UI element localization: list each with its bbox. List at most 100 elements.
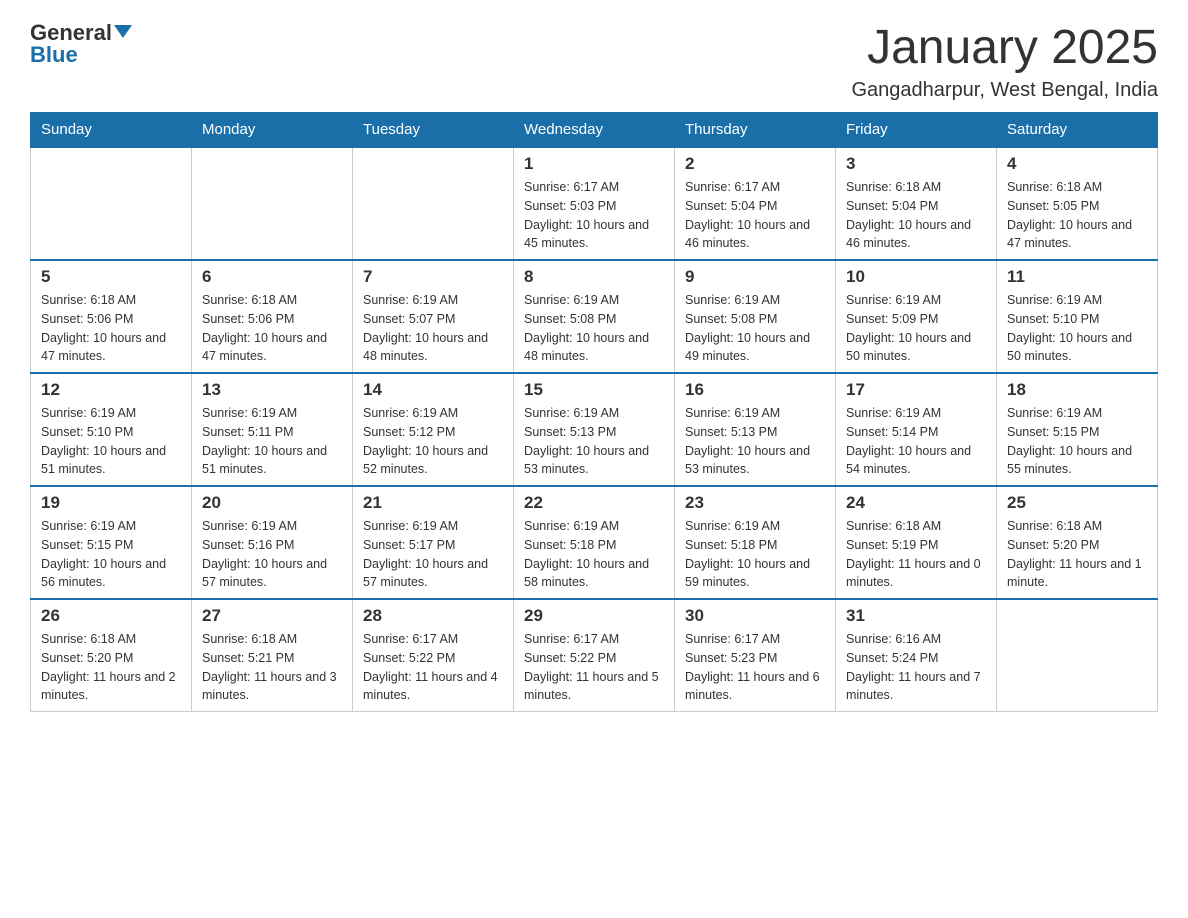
day-info: Sunrise: 6:19 AMSunset: 5:10 PMDaylight:… <box>41 406 166 476</box>
day-number: 1 <box>524 154 664 174</box>
calendar-cell <box>192 147 353 260</box>
day-number: 2 <box>685 154 825 174</box>
day-info: Sunrise: 6:18 AMSunset: 5:04 PMDaylight:… <box>846 180 971 250</box>
day-info: Sunrise: 6:19 AMSunset: 5:11 PMDaylight:… <box>202 406 327 476</box>
calendar-cell <box>353 147 514 260</box>
day-number: 17 <box>846 380 986 400</box>
page-header: General Blue January 2025 Gangadharpur, … <box>30 20 1158 102</box>
title-area: January 2025 Gangadharpur, West Bengal, … <box>851 20 1158 102</box>
day-info: Sunrise: 6:19 AMSunset: 5:08 PMDaylight:… <box>524 293 649 363</box>
day-info: Sunrise: 6:18 AMSunset: 5:06 PMDaylight:… <box>202 293 327 363</box>
day-number: 20 <box>202 493 342 513</box>
calendar-cell: 6 Sunrise: 6:18 AMSunset: 5:06 PMDaylight… <box>192 260 353 373</box>
day-info: Sunrise: 6:18 AMSunset: 5:06 PMDaylight:… <box>41 293 166 363</box>
calendar-cell: 24 Sunrise: 6:18 AMSunset: 5:19 PMDayligh… <box>836 486 997 599</box>
day-info: Sunrise: 6:19 AMSunset: 5:10 PMDaylight:… <box>1007 293 1132 363</box>
day-info: Sunrise: 6:18 AMSunset: 5:20 PMDaylight:… <box>41 632 176 702</box>
calendar-cell: 29Sunrise: 6:17 AMSunset: 5:22 PMDayligh… <box>514 599 675 712</box>
day-info: Sunrise: 6:19 AMSunset: 5:17 PMDaylight:… <box>363 519 488 589</box>
day-number: 7 <box>363 267 503 287</box>
calendar-cell: 21 Sunrise: 6:19 AMSunset: 5:17 PMDayligh… <box>353 486 514 599</box>
calendar-cell: 7 Sunrise: 6:19 AMSunset: 5:07 PMDaylight… <box>353 260 514 373</box>
day-number: 3 <box>846 154 986 174</box>
header-row: Sunday Monday Tuesday Wednesday Thursday… <box>31 113 1158 148</box>
calendar-cell: 23Sunrise: 6:19 AMSunset: 5:18 PMDayligh… <box>675 486 836 599</box>
calendar-subtitle: Gangadharpur, West Bengal, India <box>851 79 1158 102</box>
day-number: 28 <box>363 606 503 626</box>
day-info: Sunrise: 6:19 AMSunset: 5:13 PMDaylight:… <box>524 406 649 476</box>
calendar-cell: 13 Sunrise: 6:19 AMSunset: 5:11 PMDayligh… <box>192 373 353 486</box>
calendar-cell <box>997 599 1158 712</box>
calendar-cell: 9 Sunrise: 6:19 AMSunset: 5:08 PMDaylight… <box>675 260 836 373</box>
calendar-cell <box>31 147 192 260</box>
calendar-title: January 2025 <box>851 20 1158 75</box>
week-row-2: 5 Sunrise: 6:18 AMSunset: 5:06 PMDaylight… <box>31 260 1158 373</box>
day-number: 25 <box>1007 493 1147 513</box>
day-info: Sunrise: 6:16 AMSunset: 5:24 PMDaylight:… <box>846 632 981 702</box>
day-info: Sunrise: 6:18 AMSunset: 5:21 PMDaylight:… <box>202 632 337 702</box>
day-number: 15 <box>524 380 664 400</box>
day-number: 11 <box>1007 267 1147 287</box>
day-info: Sunrise: 6:17 AMSunset: 5:23 PMDaylight:… <box>685 632 820 702</box>
day-number: 5 <box>41 267 181 287</box>
day-number: 8 <box>524 267 664 287</box>
calendar-cell: 15 Sunrise: 6:19 AMSunset: 5:13 PMDayligh… <box>514 373 675 486</box>
calendar-cell: 22 Sunrise: 6:19 AMSunset: 5:18 PMDayligh… <box>514 486 675 599</box>
calendar-table: Sunday Monday Tuesday Wednesday Thursday… <box>30 112 1158 712</box>
header-wednesday: Wednesday <box>514 113 675 148</box>
week-row-4: 19Sunrise: 6:19 AMSunset: 5:15 PMDayligh… <box>31 486 1158 599</box>
calendar-cell: 14Sunrise: 6:19 AMSunset: 5:12 PMDayligh… <box>353 373 514 486</box>
day-info: Sunrise: 6:19 AMSunset: 5:16 PMDaylight:… <box>202 519 327 589</box>
day-info: Sunrise: 6:19 AMSunset: 5:07 PMDaylight:… <box>363 293 488 363</box>
day-number: 22 <box>524 493 664 513</box>
day-number: 27 <box>202 606 342 626</box>
day-info: Sunrise: 6:18 AMSunset: 5:20 PMDaylight:… <box>1007 519 1142 589</box>
header-monday: Monday <box>192 113 353 148</box>
calendar-cell: 5 Sunrise: 6:18 AMSunset: 5:06 PMDaylight… <box>31 260 192 373</box>
week-row-3: 12 Sunrise: 6:19 AMSunset: 5:10 PMDayligh… <box>31 373 1158 486</box>
calendar-cell: 28 Sunrise: 6:17 AMSunset: 5:22 PMDayligh… <box>353 599 514 712</box>
day-number: 10 <box>846 267 986 287</box>
calendar-cell: 1 Sunrise: 6:17 AMSunset: 5:03 PMDaylight… <box>514 147 675 260</box>
header-saturday: Saturday <box>997 113 1158 148</box>
day-info: Sunrise: 6:19 AMSunset: 5:13 PMDaylight:… <box>685 406 810 476</box>
calendar-cell: 3 Sunrise: 6:18 AMSunset: 5:04 PMDaylight… <box>836 147 997 260</box>
calendar-cell: 27 Sunrise: 6:18 AMSunset: 5:21 PMDayligh… <box>192 599 353 712</box>
day-number: 21 <box>363 493 503 513</box>
day-number: 31 <box>846 606 986 626</box>
day-number: 18 <box>1007 380 1147 400</box>
calendar-cell: 20 Sunrise: 6:19 AMSunset: 5:16 PMDayligh… <box>192 486 353 599</box>
week-row-1: 1 Sunrise: 6:17 AMSunset: 5:03 PMDaylight… <box>31 147 1158 260</box>
calendar-cell: 2 Sunrise: 6:17 AMSunset: 5:04 PMDaylight… <box>675 147 836 260</box>
calendar-cell: 18 Sunrise: 6:19 AMSunset: 5:15 PMDayligh… <box>997 373 1158 486</box>
day-number: 24 <box>846 493 986 513</box>
day-info: Sunrise: 6:19 AMSunset: 5:18 PMDaylight:… <box>685 519 810 589</box>
calendar-cell: 4 Sunrise: 6:18 AMSunset: 5:05 PMDaylight… <box>997 147 1158 260</box>
day-number: 14 <box>363 380 503 400</box>
day-info: Sunrise: 6:19 AMSunset: 5:18 PMDaylight:… <box>524 519 649 589</box>
calendar-cell: 19Sunrise: 6:19 AMSunset: 5:15 PMDayligh… <box>31 486 192 599</box>
logo-arrow-icon <box>114 25 132 38</box>
logo-blue-text: Blue <box>30 42 78 68</box>
day-number: 4 <box>1007 154 1147 174</box>
day-info: Sunrise: 6:17 AMSunset: 5:04 PMDaylight:… <box>685 180 810 250</box>
calendar-cell: 10Sunrise: 6:19 AMSunset: 5:09 PMDayligh… <box>836 260 997 373</box>
day-info: Sunrise: 6:18 AMSunset: 5:05 PMDaylight:… <box>1007 180 1132 250</box>
day-info: Sunrise: 6:18 AMSunset: 5:19 PMDaylight:… <box>846 519 981 589</box>
calendar-cell: 11 Sunrise: 6:19 AMSunset: 5:10 PMDayligh… <box>997 260 1158 373</box>
day-number: 19 <box>41 493 181 513</box>
day-info: Sunrise: 6:19 AMSunset: 5:08 PMDaylight:… <box>685 293 810 363</box>
day-number: 12 <box>41 380 181 400</box>
day-info: Sunrise: 6:17 AMSunset: 5:03 PMDaylight:… <box>524 180 649 250</box>
header-thursday: Thursday <box>675 113 836 148</box>
calendar-cell: 8 Sunrise: 6:19 AMSunset: 5:08 PMDaylight… <box>514 260 675 373</box>
day-info: Sunrise: 6:19 AMSunset: 5:15 PMDaylight:… <box>1007 406 1132 476</box>
day-info: Sunrise: 6:17 AMSunset: 5:22 PMDaylight:… <box>363 632 498 702</box>
day-number: 30 <box>685 606 825 626</box>
day-info: Sunrise: 6:19 AMSunset: 5:14 PMDaylight:… <box>846 406 971 476</box>
day-number: 9 <box>685 267 825 287</box>
day-number: 13 <box>202 380 342 400</box>
day-info: Sunrise: 6:17 AMSunset: 5:22 PMDaylight:… <box>524 632 659 702</box>
day-number: 6 <box>202 267 342 287</box>
calendar-cell: 12 Sunrise: 6:19 AMSunset: 5:10 PMDayligh… <box>31 373 192 486</box>
